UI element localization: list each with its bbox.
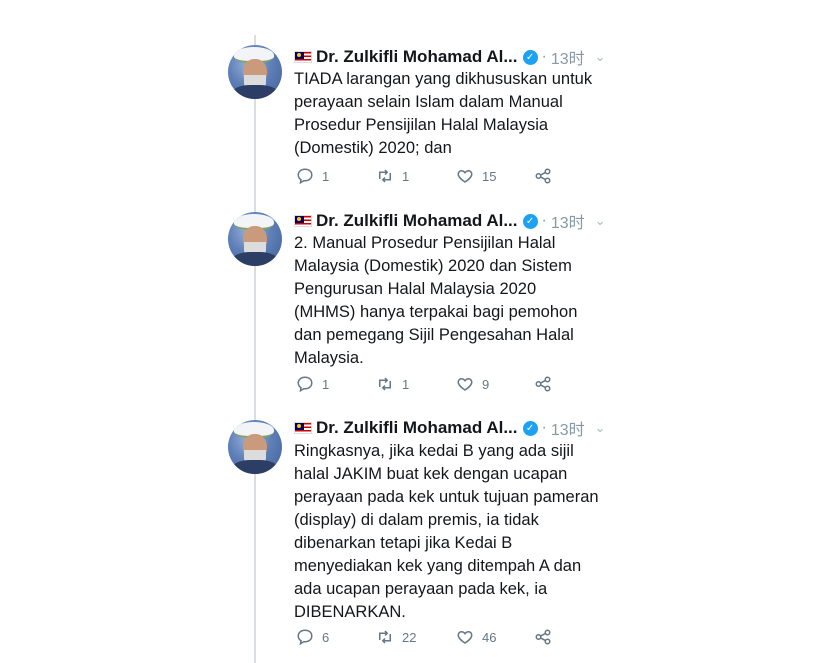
like-button[interactable]: 15 [456,167,496,185]
heart-icon [457,377,473,391]
tweet-header: Dr. Zulkifli Mohamad Al... ✓ · 13时 ⌄ [294,210,606,232]
separator-dot: · [541,419,547,436]
like-count: 15 [482,168,497,184]
chevron-down-icon[interactable]: ⌄ [595,49,606,65]
retweet-icon [379,169,391,183]
retweet-button[interactable]: 22 [376,628,416,646]
tweet-header: Dr. Zulkifli Mohamad Al... ✓ · 13时 ⌄ [294,46,606,68]
heart-icon [457,630,473,644]
reply-button[interactable]: 6 [296,628,329,646]
share-button[interactable] [534,167,560,185]
reply-button[interactable]: 1 [296,375,329,393]
malaysia-flag-icon [294,215,312,227]
reply-button[interactable]: 1 [296,167,329,185]
tweet-text-line: halal JAKIM buat kek dengan ucapan [294,465,568,483]
author-name[interactable]: Dr. Zulkifli Mohamad Al... [316,211,518,231]
tweet-header: Dr. Zulkifli Mohamad Al... ✓ · 13时 ⌄ [294,417,606,439]
retweet-count: 1 [402,376,410,392]
tweet-text-line: Prosedur Pensijilan Halal Malaysia [294,116,549,134]
malaysia-flag-icon [294,51,312,63]
chevron-down-icon[interactable]: ⌄ [595,420,606,436]
tweet-text-line: (Domestik) 2020; dan [294,139,452,157]
malaysia-flag-icon [294,422,312,434]
heart-icon [457,169,473,183]
reply-count: 1 [322,376,330,392]
tweet-text-line: 2. Manual Prosedur Pensijilan Halal [294,234,556,252]
like-button[interactable]: 9 [456,375,489,393]
twitter-thread-page: Dr. Zulkifli Mohamad Al... ✓ · 13时 ⌄ TIA… [0,0,829,663]
retweet-icon [379,630,391,644]
tweet-text-line: (MHMS) hanya terpakai bagi pemohon [294,303,578,321]
chevron-down-icon[interactable]: ⌄ [595,213,606,229]
tweet-timestamp[interactable]: 13时 [551,416,585,440]
tweet-text-line: menyediakan kek yang ditempah A dan [294,557,582,575]
retweet-icon [379,377,391,391]
reply-icon [297,629,313,646]
tweet-text-line: DIBENARKAN. [294,603,406,621]
retweet-button[interactable]: 1 [376,375,409,393]
tweet-text-line: dibenarkan tetapi jika Kedai B [294,534,513,552]
author-name[interactable]: Dr. Zulkifli Mohamad Al... [316,47,518,67]
share-button[interactable] [534,375,560,393]
verified-badge-icon: ✓ [522,420,538,436]
retweet-button[interactable]: 1 [376,167,409,185]
tweet-text: Ringkasnya, jika kedai B yang ada sijil … [294,440,624,624]
author-avatar[interactable] [228,420,282,474]
author-name[interactable]: Dr. Zulkifli Mohamad Al... [316,418,518,438]
thread-connector-line [254,35,256,663]
like-count: 9 [482,376,490,392]
tweet-text-line: Malaysia. [294,349,364,367]
tweet-text-line: Malaysia (Domestik) 2020 dan Sistem [294,257,572,275]
author-avatar[interactable] [228,212,282,266]
tweet-text: 2. Manual Prosedur Pensijilan Halal Mala… [294,232,624,370]
verified-badge-icon: ✓ [522,49,538,65]
tweet-text-line: dan pemegang Sijil Pengesahan Halal [294,326,574,344]
reply-icon [297,168,313,185]
share-button[interactable] [534,628,560,646]
verified-badge-icon: ✓ [522,213,538,229]
tweet-timestamp[interactable]: 13时 [551,45,585,69]
tweet-timestamp[interactable]: 13时 [551,209,585,233]
like-count: 46 [482,629,497,645]
reply-count: 1 [322,168,330,184]
like-button[interactable]: 46 [456,628,496,646]
retweet-count: 1 [402,168,410,184]
tweet-text-line: ada ucapan perayaan pada kek, ia [294,580,548,598]
tweet-text-line: perayaan pada kek untuk tujuan pameran [294,488,599,506]
author-avatar[interactable] [228,45,282,99]
reply-icon [297,376,313,393]
share-icon [535,168,551,184]
tweet-text-line: Ringkasnya, jika kedai B yang ada sijil [294,442,574,460]
retweet-count: 22 [402,629,417,645]
share-icon [535,629,551,645]
tweet-text-line: Pengurusan Halal Malaysia 2020 [294,280,537,298]
tweet-text-line: (display) di dalam premis, ia tidak [294,511,539,529]
separator-dot: · [541,212,547,229]
tweet-text-line: perayaan selain Islam dalam Manual [294,93,563,111]
tweet-text-line: TIADA larangan yang dikhususkan untuk [294,70,593,88]
reply-count: 6 [322,629,330,645]
share-icon [535,376,551,392]
tweet-text: TIADA larangan yang dikhususkan untuk pe… [294,68,624,160]
separator-dot: · [541,48,547,65]
